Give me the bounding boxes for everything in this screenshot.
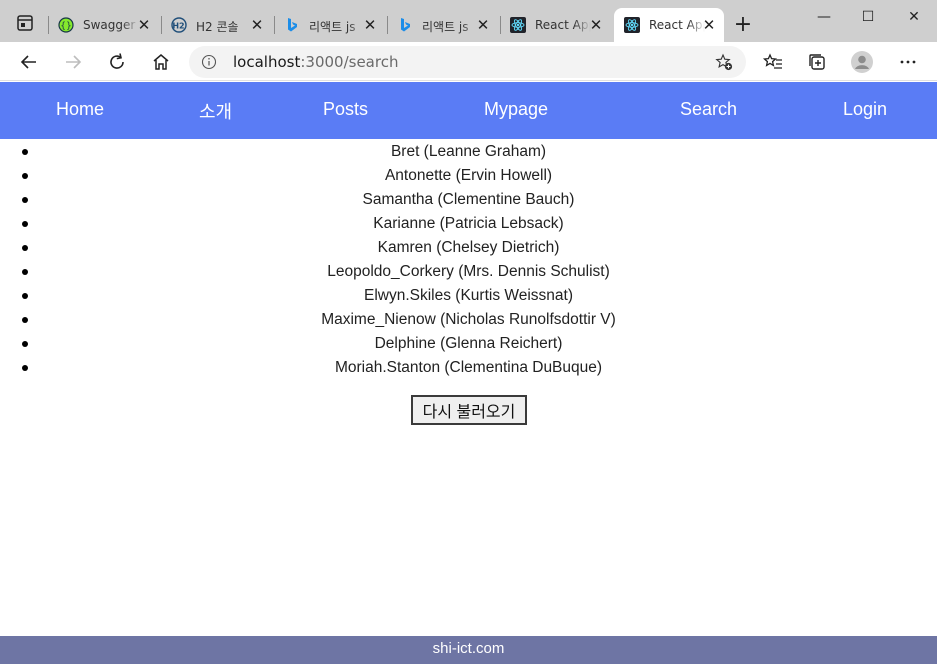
reload-button[interactable]: 다시 불러오기	[411, 395, 527, 425]
bing-icon	[401, 18, 410, 32]
minimize-button[interactable]: —	[801, 2, 847, 32]
tab-title: React App	[535, 18, 591, 32]
tab-react-app-1[interactable]: React App ✕	[500, 10, 613, 42]
h2-icon: H2	[171, 17, 187, 33]
bullet-icon	[22, 221, 28, 227]
nav-intro-link[interactable]: 소개	[199, 98, 232, 124]
tab-title: React App	[649, 18, 705, 32]
tab-close-icon[interactable]: ✕	[701, 17, 717, 33]
tab-close-icon[interactable]: ✕	[136, 17, 152, 33]
user-entry: Elwyn.Skiles (Kurtis Weissnat)	[363, 287, 573, 304]
tab-separator	[387, 16, 388, 34]
bullet-icon	[22, 149, 28, 155]
nav-home-link[interactable]: Home	[56, 99, 104, 120]
refresh-icon[interactable]	[105, 50, 129, 74]
maximize-button[interactable]: ☐	[845, 2, 891, 32]
tab-close-icon[interactable]: ✕	[249, 17, 265, 33]
user-entry: Bret (Leanne Graham)	[390, 143, 547, 160]
bullet-icon	[22, 269, 28, 275]
more-options-icon[interactable]	[896, 50, 920, 74]
bullet-icon	[22, 341, 28, 347]
tab-separator	[48, 16, 49, 34]
bullet-icon	[22, 365, 28, 371]
browser-toolbar: localhost:3000/search	[0, 42, 937, 81]
list-item: Antonette (Ervin Howell)	[0, 164, 937, 188]
url-host: localhost	[233, 53, 301, 71]
page-footer: shi-ict.com	[0, 636, 937, 664]
collections-icon[interactable]	[805, 50, 829, 74]
list-item: Karianne (Patricia Lebsack)	[0, 212, 937, 236]
tab-react-app-active[interactable]: React App ✕	[614, 8, 724, 42]
bullet-icon	[22, 173, 28, 179]
list-item: Samantha (Clementine Bauch)	[0, 188, 937, 212]
tab-bing-2[interactable]: 리액트 js ✕	[387, 10, 500, 42]
list-item: Bret (Leanne Graham)	[0, 140, 937, 164]
user-entry: Kamren (Chelsey Dietrich)	[377, 239, 560, 256]
nav-login-link[interactable]: Login	[843, 99, 887, 120]
user-entry: Samantha (Clementine Bauch)	[362, 191, 575, 208]
swagger-icon: {}	[58, 17, 74, 33]
list-item: Elwyn.Skiles (Kurtis Weissnat)	[0, 284, 937, 308]
home-icon[interactable]	[149, 50, 173, 74]
tab-separator	[274, 16, 275, 34]
new-tab-button[interactable]: +	[731, 14, 755, 38]
add-favorite-icon[interactable]	[715, 53, 733, 71]
bullet-icon	[22, 245, 28, 251]
url-path: :3000/search	[300, 53, 399, 71]
bing-icon	[288, 18, 297, 32]
list-item: Delphine (Glenna Reichert)	[0, 332, 937, 356]
bullet-icon	[22, 293, 28, 299]
tab-close-icon[interactable]: ✕	[362, 17, 378, 33]
list-item: Moriah.Stanton (Clementina DuBuque)	[0, 356, 937, 380]
tab-title: H2 콘솔	[196, 20, 239, 34]
tab-separator	[500, 16, 501, 34]
tab-close-icon[interactable]: ✕	[588, 17, 604, 33]
forward-icon[interactable]	[61, 50, 85, 74]
tab-bing-1[interactable]: 리액트 js ✕	[274, 10, 387, 42]
address-url[interactable]: localhost:3000/search	[233, 53, 398, 71]
user-entry: Karianne (Patricia Lebsack)	[373, 215, 564, 232]
tab-separator	[161, 16, 162, 34]
info-icon[interactable]	[201, 54, 217, 70]
react-icon	[510, 17, 526, 33]
tab-title: Swagger	[83, 18, 136, 32]
user-entry: Delphine (Glenna Reichert)	[374, 335, 563, 352]
tab-actions-button[interactable]	[8, 10, 49, 36]
nav-mypage-link[interactable]: Mypage	[484, 99, 548, 120]
back-icon[interactable]	[17, 50, 41, 74]
list-item: Maxime_Nienow (Nicholas Runolfsdottir V)	[0, 308, 937, 332]
list-item: Leopoldo_Corkery (Mrs. Dennis Schulist)	[0, 260, 937, 284]
tab-title: 리액트 js	[309, 20, 356, 34]
react-icon	[624, 17, 640, 33]
user-entry: Antonette (Ervin Howell)	[384, 167, 553, 184]
svg-text:{}: {}	[60, 22, 71, 32]
svg-text:H2: H2	[172, 22, 184, 31]
tab-swagger[interactable]: {} Swagger ✕	[48, 10, 161, 42]
tab-h2-console[interactable]: H2 H2 콘솔 ✕	[161, 10, 274, 42]
address-bar[interactable]: localhost:3000/search	[189, 46, 746, 78]
tab-title: 리액트 js	[422, 20, 469, 34]
bullet-icon	[22, 197, 28, 203]
nav-posts-link[interactable]: Posts	[323, 99, 368, 120]
profile-avatar-icon[interactable]	[850, 50, 874, 74]
close-window-button[interactable]: ✕	[891, 2, 937, 32]
tab-actions-icon	[17, 12, 49, 34]
user-list: Bret (Leanne Graham) Antonette (Ervin Ho…	[0, 140, 937, 380]
nav-search-link[interactable]: Search	[680, 99, 737, 120]
tab-close-icon[interactable]: ✕	[475, 17, 491, 33]
bullet-icon	[22, 317, 28, 323]
user-entry: Moriah.Stanton (Clementina DuBuque)	[334, 359, 603, 376]
user-entry: Leopoldo_Corkery (Mrs. Dennis Schulist)	[327, 263, 610, 280]
favorites-icon[interactable]	[761, 50, 785, 74]
browser-tab-strip: {} Swagger ✕ H2 H2 콘솔 ✕ 리액트 js ✕ 리액트 js …	[0, 0, 937, 42]
user-entry: Maxime_Nienow (Nicholas Runolfsdottir V)	[321, 311, 616, 328]
app-navbar: Home 소개 Posts Mypage Search Login	[0, 82, 937, 139]
list-item: Kamren (Chelsey Dietrich)	[0, 236, 937, 260]
